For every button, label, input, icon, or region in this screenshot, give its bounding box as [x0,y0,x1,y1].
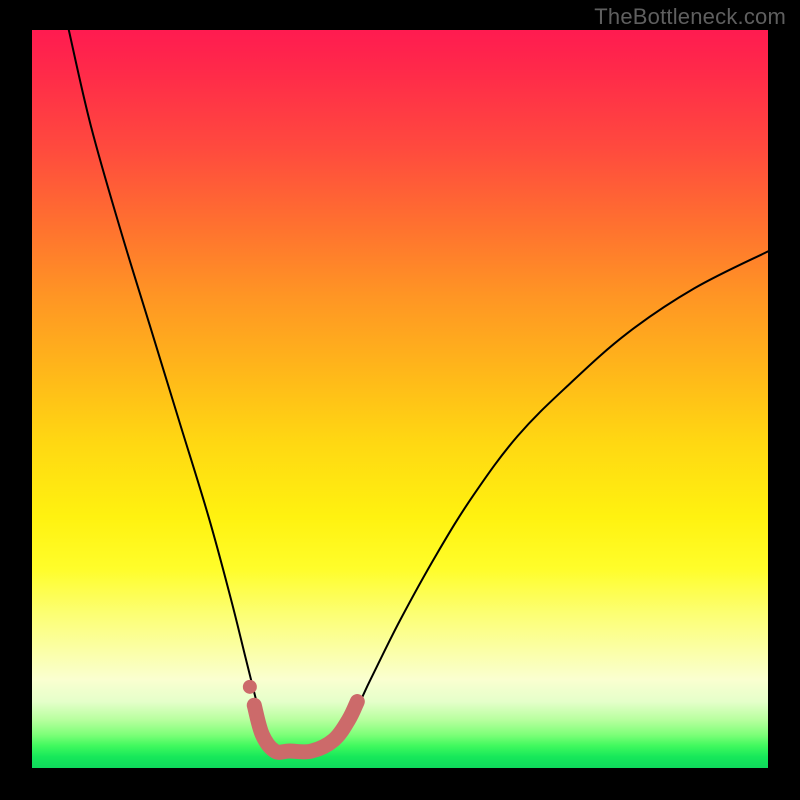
chart-svg [32,30,768,768]
watermark-text: TheBottleneck.com [594,4,786,30]
chart-frame [32,30,768,768]
bottleneck-curve [69,30,768,751]
highlight-dot [243,680,257,694]
highlight-segment [254,702,357,753]
